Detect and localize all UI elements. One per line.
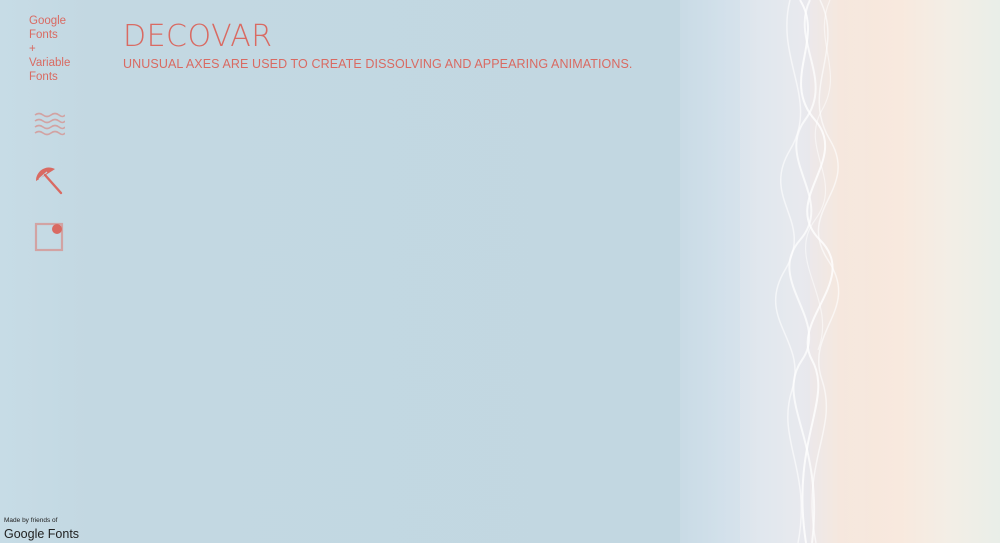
beach-umbrella-icon[interactable]	[33, 165, 65, 197]
waves-icon[interactable]	[33, 108, 65, 140]
square-corner-dot-icon[interactable]	[33, 221, 65, 253]
site-logo-text[interactable]: Google Fonts + Variable Fonts	[29, 14, 89, 84]
made-by-label: Made by friends of	[4, 517, 58, 524]
google-fonts-link[interactable]: Google Fonts	[4, 527, 79, 541]
page-subtitle: UNUSUAL AXES ARE USED TO CREATE DISSOLVI…	[123, 57, 633, 71]
dissolve-animation-art	[680, 0, 880, 543]
sidebar: Google Fonts + Variable Fonts	[0, 0, 100, 543]
page-title: DECOVAR	[123, 19, 273, 54]
